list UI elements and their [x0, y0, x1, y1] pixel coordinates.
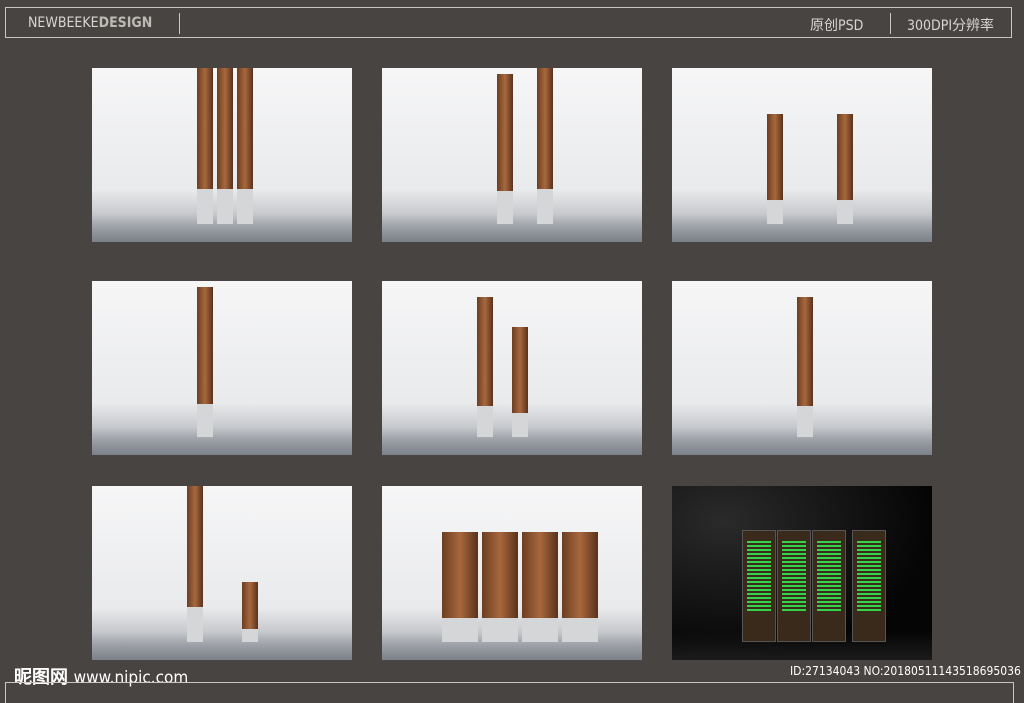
sign-post: [522, 532, 558, 642]
format-label: 原创PSD: [810, 18, 864, 34]
sign-base: [522, 617, 558, 642]
divider: [179, 13, 180, 34]
sign-post: [482, 532, 518, 642]
floor-shadow: [92, 427, 352, 455]
sign-post: [442, 532, 478, 642]
sign-base: [482, 617, 518, 642]
sign-base: [537, 188, 553, 224]
sign-base: [197, 188, 213, 224]
floor-shadow: [672, 214, 932, 242]
sign-base: [217, 188, 233, 224]
resolution-label: 300DPI分辨率: [907, 18, 995, 34]
divider: [890, 13, 891, 34]
sign-post: [197, 287, 213, 437]
thumbnail-5[interactable]: [382, 281, 642, 455]
sign-base: [797, 406, 813, 437]
thumbnail-2[interactable]: [382, 68, 642, 242]
thumbnail-6[interactable]: [672, 281, 932, 455]
sign-post: [242, 582, 258, 642]
sign-base: [497, 191, 513, 224]
sign-post: [197, 68, 213, 224]
sign-base: [477, 406, 493, 437]
sign-base: [837, 199, 853, 224]
sign-base: [442, 617, 478, 642]
thumbnail-9[interactable]: [672, 486, 932, 660]
thumbnail-7[interactable]: [92, 486, 352, 660]
sign-post: [497, 74, 513, 224]
glowing-panel: [777, 530, 811, 642]
glowing-panel: [852, 530, 886, 642]
thumbnail-8[interactable]: [382, 486, 642, 660]
sign-base: [562, 617, 598, 642]
sign-post: [537, 68, 553, 224]
thumbnail-1[interactable]: [92, 68, 352, 242]
sign-post: [837, 114, 853, 224]
sign-base: [237, 188, 253, 224]
brand-light: NEWBEEKE: [28, 15, 99, 31]
thumbnail-4[interactable]: [92, 281, 352, 455]
sign-post: [512, 327, 528, 437]
sign-post: [477, 297, 493, 437]
sign-post: [187, 486, 203, 642]
sign-post: [797, 297, 813, 437]
header-bar: NEWBEEKEDESIGN 原创PSD 300DPI分辨率: [5, 7, 1012, 38]
floor-shadow: [92, 632, 352, 660]
sign-post: [562, 532, 598, 642]
sign-base: [512, 412, 528, 437]
sign-post: [767, 114, 783, 224]
sign-base: [187, 606, 203, 642]
sign-post: [217, 68, 233, 224]
sign-post: [237, 68, 253, 224]
sign-base: [242, 628, 258, 642]
brand-logo: NEWBEEKEDESIGN: [28, 15, 152, 31]
glowing-panel: [812, 530, 846, 642]
glowing-panel: [742, 530, 776, 642]
brand-bold: DESIGN: [98, 15, 153, 31]
footer-frame: [5, 682, 1014, 703]
image-id: ID:27134043 NO:20180511143518695036: [790, 664, 1021, 678]
thumbnail-3[interactable]: [672, 68, 932, 242]
sign-base: [197, 404, 213, 437]
sign-base: [767, 199, 783, 224]
